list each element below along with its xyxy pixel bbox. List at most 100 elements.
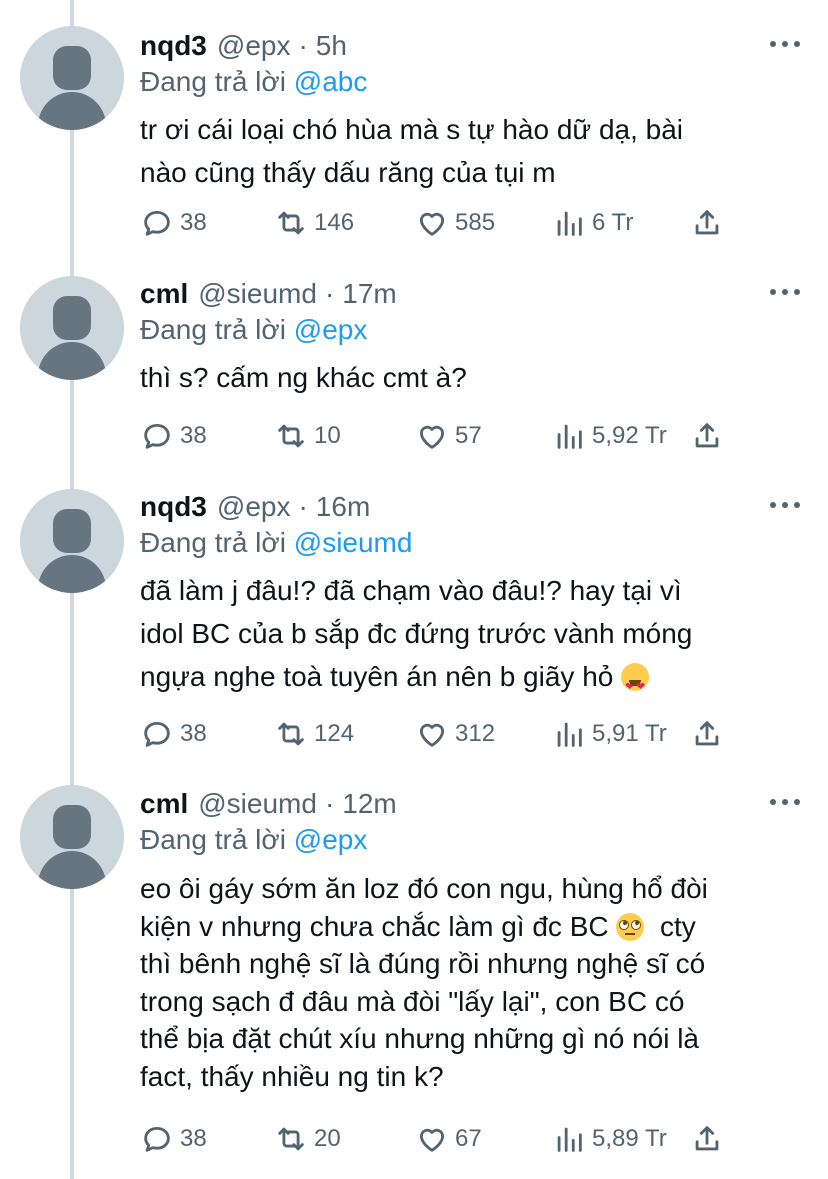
share-button[interactable] [690, 203, 724, 243]
more-options-icon[interactable] [770, 280, 800, 304]
reply-count: 38 [180, 422, 207, 449]
avatar-body [38, 555, 106, 593]
avatar-head [53, 296, 91, 340]
avatar[interactable] [20, 26, 124, 130]
tweet-actions: 38 146 585 6 Tr [140, 203, 760, 243]
reply-count: 38 [180, 209, 207, 236]
tweet-content: nqd3 @epx · 5h Đang trả lời @abc tr ơi c… [140, 28, 800, 194]
retweet-button[interactable]: 146 [274, 203, 354, 243]
share-button[interactable] [690, 714, 724, 754]
reply-icon [144, 423, 170, 449]
tweet[interactable]: cml @sieumd · 17m Đang trả lời @epx thì … [0, 250, 828, 465]
timestamp[interactable]: 12m [342, 788, 396, 820]
user-handle[interactable]: @sieumd [198, 278, 317, 310]
tweet-text: thì s? cấm ng khác cmt à? [140, 362, 467, 393]
display-name[interactable]: nqd3 [140, 491, 207, 523]
reply-icon [144, 721, 170, 747]
like-button[interactable]: 312 [415, 714, 495, 754]
tweet[interactable]: cml @sieumd · 12m Đang trả lời @epx eo ô… [0, 765, 828, 1179]
retweet-count: 20 [314, 1125, 341, 1152]
views-button[interactable]: 5,89 Tr [552, 1119, 667, 1159]
like-button[interactable]: 57 [415, 416, 482, 456]
share-button[interactable] [690, 416, 724, 456]
user-handle[interactable]: @sieumd [198, 788, 317, 820]
views-count: 6 Tr [592, 209, 634, 236]
retweet-count: 146 [314, 209, 355, 236]
display-name[interactable]: nqd3 [140, 30, 207, 62]
avatar-body [38, 92, 106, 130]
like-button[interactable]: 585 [415, 203, 495, 243]
reply-mention[interactable]: @epx [294, 824, 368, 855]
tweet-actions: 38 124 312 5,91 Tr [140, 714, 760, 754]
display-name[interactable]: cml [140, 788, 188, 820]
tweet-content: nqd3 @epx · 16m Đang trả lời @sieumd đã … [140, 489, 800, 709]
heart-icon [419, 425, 445, 449]
share-icon [695, 721, 719, 746]
retweet-icon [278, 1127, 304, 1151]
avatar-body [38, 851, 106, 889]
reply-mention[interactable]: @abc [294, 66, 368, 97]
reply-context: Đang trả lời @sieumd [140, 527, 800, 559]
reply-context: Đang trả lời @epx [140, 824, 800, 856]
heart-icon [419, 212, 445, 236]
display-name[interactable]: cml [140, 278, 188, 310]
tweet-text-part: đã làm j đâu!? đã chạm vào đâu!? hay tại… [140, 575, 693, 692]
separator-dot: · [324, 278, 335, 309]
tweet-text: tr ơi cái loại chó hùa mà s tự hào dữ dạ… [140, 114, 684, 188]
views-chart-icon [557, 424, 582, 449]
views-button[interactable]: 5,92 Tr [552, 416, 667, 456]
reply-icon [144, 1126, 170, 1152]
timestamp[interactable]: 17m [342, 278, 396, 310]
tweet-header: nqd3 @epx · 16m [140, 489, 800, 525]
like-button[interactable]: 67 [415, 1119, 482, 1159]
timestamp[interactable]: 16m [316, 491, 370, 523]
reply-prefix: Đang trả lời [140, 527, 286, 558]
more-options-icon[interactable] [770, 32, 800, 56]
retweet-button[interactable]: 10 [274, 416, 341, 456]
avatar[interactable] [20, 489, 124, 593]
tweet[interactable]: nqd3 @epx · 16m Đang trả lời @sieumd đã … [0, 465, 828, 765]
tweet[interactable]: nqd3 @epx · 5h Đang trả lời @abc tr ơi c… [0, 0, 828, 250]
reply-button[interactable]: 38 [140, 714, 207, 754]
avatar-head [53, 805, 91, 849]
views-button[interactable]: 5,91 Tr [552, 714, 667, 754]
retweet-icon [278, 722, 304, 746]
reply-mention[interactable]: @epx [294, 314, 368, 345]
retweet-count: 124 [314, 720, 355, 747]
views-count: 5,89 Tr [592, 1125, 667, 1152]
like-count: 57 [455, 422, 482, 449]
avatar-head [53, 46, 91, 90]
user-handle[interactable]: @epx [217, 491, 291, 523]
user-handle[interactable]: @epx [217, 30, 291, 62]
views-button[interactable]: 6 Tr [552, 203, 633, 243]
reply-prefix: Đang trả lời [140, 824, 286, 855]
reply-count: 38 [180, 1125, 207, 1152]
reply-button[interactable]: 38 [140, 1119, 207, 1159]
avatar-head [53, 509, 91, 553]
retweet-button[interactable]: 124 [274, 714, 354, 754]
tweet-header: nqd3 @epx · 5h [140, 28, 800, 64]
avatar[interactable] [20, 785, 124, 889]
timestamp[interactable]: 5h [316, 30, 347, 62]
more-options-icon[interactable] [770, 493, 800, 517]
rolling-eyes-emoji-icon [616, 912, 645, 941]
more-options-icon[interactable] [770, 790, 800, 814]
tweet-content: cml @sieumd · 17m Đang trả lời @epx thì … [140, 276, 800, 399]
share-button[interactable] [690, 1119, 724, 1159]
views-chart-icon [557, 211, 582, 236]
tweet-text: eo ôi gáy sớm ăn loz đó con ngu, hùng hổ… [140, 870, 800, 1095]
reply-mention[interactable]: @sieumd [294, 527, 413, 558]
reply-context: Đang trả lời @epx [140, 314, 800, 346]
avatar[interactable] [20, 276, 124, 380]
reply-button[interactable]: 38 [140, 203, 207, 243]
avatar-body [38, 342, 106, 380]
reply-prefix: Đang trả lời [140, 66, 286, 97]
retweet-button[interactable]: 20 [274, 1119, 341, 1159]
reply-context: Đang trả lời @abc [140, 66, 800, 98]
tweet-actions: 38 10 57 5,92 Tr [140, 416, 760, 456]
tweet-text: đã làm j đâu!? đã chạm vào đâu!? hay tại… [140, 569, 800, 709]
separator-dot: · [298, 491, 308, 522]
views-count: 5,91 Tr [592, 720, 667, 747]
reply-button[interactable]: 38 [140, 416, 207, 456]
like-count: 67 [455, 1125, 482, 1152]
